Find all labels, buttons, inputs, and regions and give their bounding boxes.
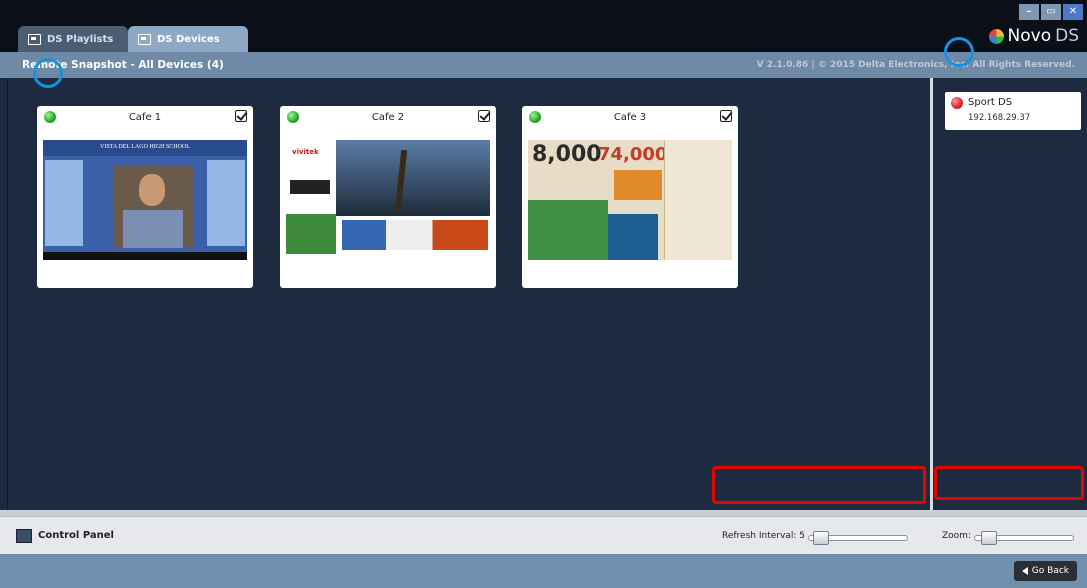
tab-label: DS Playlists [47, 33, 114, 45]
devices-icon [138, 33, 151, 45]
device-ip: 192.168.29.37 [968, 113, 1031, 123]
thumb-number: 74,000 [598, 144, 668, 165]
version-text: V 2.1.0.86 | © 2015 Delta Electronics, I… [756, 60, 1075, 70]
device-name: Sport DS [968, 97, 1013, 108]
go-back-button[interactable]: Go Back [1013, 561, 1077, 581]
device-card-cafe-3[interactable]: Cafe 3 8,000 74,000 [522, 106, 738, 288]
status-offline-icon [951, 97, 963, 109]
playlist-icon [28, 33, 41, 45]
annotation-blue-circle [33, 58, 63, 88]
thumb-footer [43, 252, 247, 260]
close-button[interactable]: ✕ [1063, 4, 1083, 20]
novo-logo-icon [988, 28, 1004, 44]
footer-bar: Go Back [0, 554, 1087, 588]
refresh-interval-slider[interactable] [808, 531, 908, 545]
device-name: Cafe 1 [128, 112, 162, 123]
thumb-brand: vivitek [292, 148, 319, 156]
logo-suffix: DS [1055, 26, 1079, 46]
page-header: Remote Snapshot - All Devices (4) V 2.1.… [0, 52, 1087, 78]
select-checkbox[interactable] [235, 110, 247, 122]
slider-handle[interactable] [813, 531, 829, 545]
thumb-tiles [342, 220, 488, 250]
app-window: DS Playlists DS Devices – ▭ ✕ Novo DS Rem… [0, 0, 1087, 588]
zoom-label: Zoom: [942, 531, 971, 541]
thumb-shape [123, 210, 183, 248]
thumb-band: VISTA DEL LAGO HIGH SCHOOL [43, 140, 247, 156]
snapshot-thumbnail[interactable]: vivitek [286, 140, 490, 260]
control-panel-label: Control Panel [38, 530, 114, 541]
go-back-label: Go Back [1031, 566, 1069, 576]
maximize-button[interactable]: ▭ [1041, 4, 1061, 20]
control-panel-icon [16, 529, 32, 543]
thumb-panel [528, 200, 608, 260]
minimize-button[interactable]: – [1019, 4, 1039, 20]
select-checkbox[interactable] [720, 110, 732, 122]
thumb-column [45, 160, 83, 246]
tab-label: DS Devices [157, 33, 220, 45]
title-bar: DS Playlists DS Devices – ▭ ✕ Novo DS [0, 0, 1087, 52]
device-name: Cafe 3 [613, 112, 647, 123]
thumb-column [207, 160, 245, 246]
arrow-left-icon [1021, 567, 1028, 575]
thumb-shape [139, 174, 165, 206]
annotation-blue-circle [944, 37, 974, 67]
device-name: Cafe 2 [371, 112, 405, 123]
refresh-interval-label: Refresh Interval: 5 [722, 531, 805, 541]
device-grid: Cafe 1 VISTA DEL LAGO HIGH SCHOOL Cafe 2… [8, 78, 930, 510]
window-controls: – ▭ ✕ [1019, 4, 1083, 20]
device-card-sport-ds[interactable]: Sport DS 192.168.29.37 [945, 92, 1081, 130]
tab-ds-devices[interactable]: DS Devices [128, 26, 248, 52]
ungrouped-devices-pane: Sport DS 192.168.29.37 [933, 78, 1087, 510]
device-card-cafe-2[interactable]: Cafe 2 vivitek [280, 106, 496, 288]
select-checkbox[interactable] [478, 110, 490, 122]
thumb-device [290, 180, 330, 194]
slider-handle[interactable] [981, 531, 997, 545]
snapshot-thumbnail[interactable]: VISTA DEL LAGO HIGH SCHOOL [43, 140, 247, 260]
thumb-photo [336, 140, 490, 216]
novods-logo: Novo DS [988, 26, 1079, 46]
tab-ds-playlists[interactable]: DS Playlists [18, 26, 128, 52]
logo-prefix: Novo [1007, 26, 1052, 46]
thumb-band-text: VISTA DEL LAGO HIGH SCHOOL [100, 144, 190, 150]
device-card-cafe-1[interactable]: Cafe 1 VISTA DEL LAGO HIGH SCHOOL [37, 106, 253, 288]
annotation-red-box [712, 466, 926, 504]
zoom-slider[interactable] [974, 531, 1074, 545]
thumb-panel [614, 170, 662, 200]
thumb-number: 8,000 [532, 142, 602, 167]
thumb-panel [608, 214, 658, 260]
left-edge [0, 78, 8, 510]
control-panel: Control Panel Refresh Interval: 5 Zoom: [0, 516, 1087, 554]
thumb-panel [664, 140, 732, 260]
snapshot-thumbnail[interactable]: 8,000 74,000 [528, 140, 732, 260]
annotation-red-box [934, 466, 1084, 500]
thumb-panel [286, 214, 336, 254]
